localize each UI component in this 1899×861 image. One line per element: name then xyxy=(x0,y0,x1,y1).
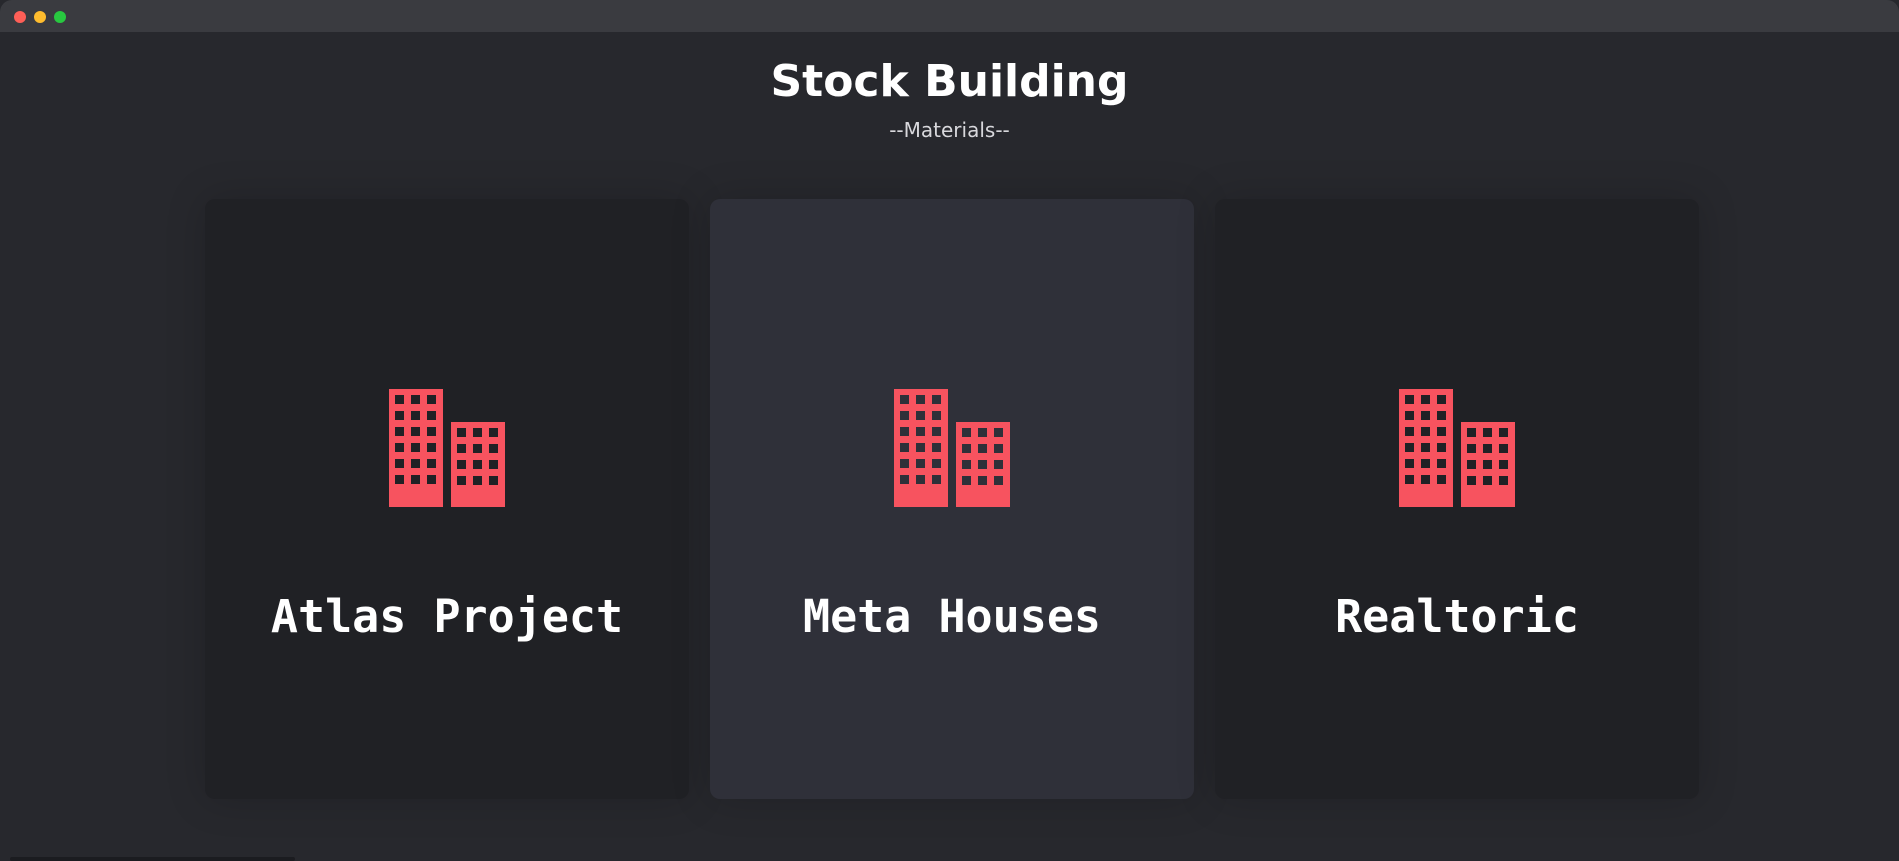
card-label: Atlas Project xyxy=(270,590,624,643)
buildings-icon xyxy=(894,389,1010,507)
main-content: Stock Building --Materials-- Atlas Proje… xyxy=(0,32,1899,861)
card-meta-houses[interactable]: Meta Houses xyxy=(710,199,1194,799)
app-window: Stock Building --Materials-- Atlas Proje… xyxy=(0,0,1899,861)
card-label: Meta Houses xyxy=(802,590,1101,643)
page-subtitle: --Materials-- xyxy=(889,118,1010,142)
page-title: Stock Building xyxy=(770,56,1129,107)
buildings-icon xyxy=(1399,389,1515,507)
close-window-button[interactable] xyxy=(14,11,26,23)
card-realtoric[interactable]: Realtoric xyxy=(1215,199,1699,799)
card-atlas-project[interactable]: Atlas Project xyxy=(205,199,689,799)
horizontal-scrollbar[interactable] xyxy=(10,857,295,861)
buildings-icon xyxy=(389,389,505,507)
window-titlebar xyxy=(0,0,1899,32)
minimize-window-button[interactable] xyxy=(34,11,46,23)
card-label: Realtoric xyxy=(1335,590,1579,643)
maximize-window-button[interactable] xyxy=(54,11,66,23)
